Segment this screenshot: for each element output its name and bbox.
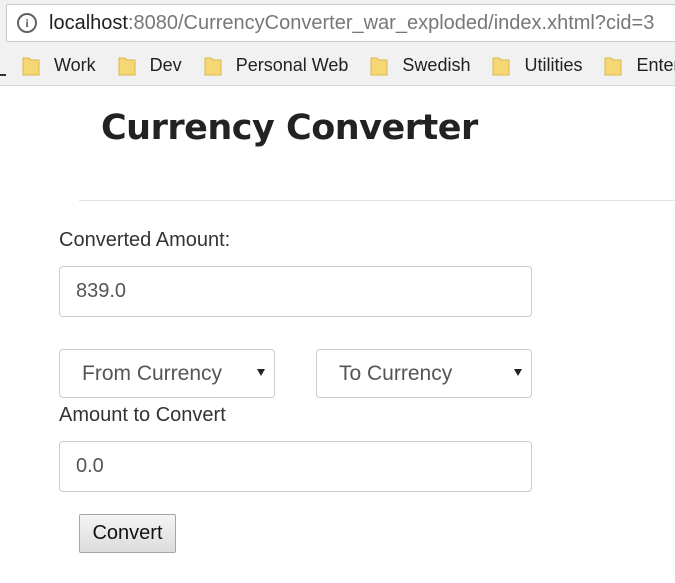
chevron-down-icon — [514, 369, 522, 376]
bookmark-label: Dev — [149, 55, 182, 75]
folder-icon — [370, 57, 388, 75]
bookmark-dev[interactable]: Dev — [118, 55, 182, 76]
url-host: localhost — [49, 12, 128, 34]
bookmark-label: Personal Web — [235, 55, 349, 75]
bookmark-label: Swedish — [402, 55, 471, 75]
folder-icon — [118, 57, 136, 75]
bookmark-label: Work — [54, 55, 96, 75]
bookmark-label: Enter — [636, 55, 675, 75]
folder-icon — [604, 57, 622, 75]
bookmark-utilities[interactable]: Utilities — [492, 55, 582, 76]
folder-icon — [492, 57, 510, 75]
convert-button[interactable]: Convert — [79, 514, 176, 553]
page-title: Currency Converter — [101, 108, 478, 148]
divider — [79, 200, 675, 201]
bookmark-swedish[interactable]: Swedish — [370, 55, 470, 76]
folder-icon — [204, 57, 222, 75]
bookmark-enter[interactable]: Enter — [604, 55, 675, 76]
amount-to-convert-field[interactable] — [59, 441, 532, 492]
to-currency-select[interactable]: To Currency — [316, 349, 532, 398]
from-currency-select[interactable]: From Currency — [59, 349, 275, 398]
address-bar[interactable]: i localhost:8080/CurrencyConverter_war_e… — [6, 4, 675, 42]
address-bar-row: i localhost:8080/CurrencyConverter_war_e… — [0, 0, 675, 46]
to-currency-value: To Currency — [339, 361, 453, 385]
from-currency-value: From Currency — [82, 361, 223, 385]
chevron-down-icon — [257, 369, 265, 376]
bookmark-work[interactable]: Work — [22, 55, 96, 76]
bookmark-personal-web[interactable]: Personal Web — [204, 55, 349, 76]
url-path: :8080/CurrencyConverter_war_exploded/ind… — [127, 12, 655, 34]
converted-amount-label: Converted Amount: — [59, 229, 231, 251]
amount-to-convert-label: Amount to Convert — [59, 404, 226, 426]
info-icon[interactable]: i — [17, 13, 37, 33]
url-text[interactable]: localhost:8080/CurrencyConverter_war_exp… — [49, 5, 655, 41]
bookmarks-overflow-icon — [0, 73, 6, 76]
bookmark-label: Utilities — [524, 55, 583, 75]
converted-amount-field[interactable] — [59, 266, 532, 317]
folder-icon — [22, 57, 40, 75]
bookmarks-bar: Work Dev Personal Web Swedish Utilities … — [0, 46, 675, 86]
